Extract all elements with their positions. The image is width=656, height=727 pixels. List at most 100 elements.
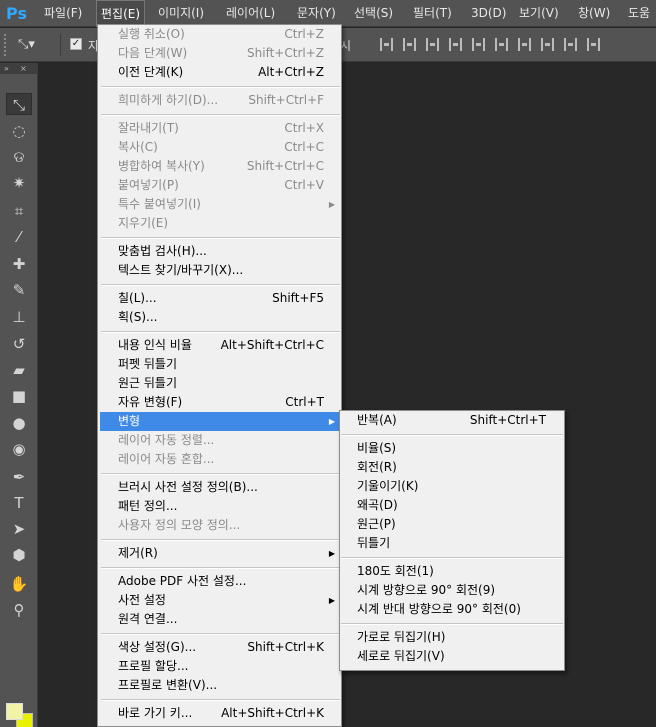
edit_menu-item[interactable]: 퍼펫 뒤틀기 <box>100 355 341 374</box>
edit_menu-item[interactable]: 이전 단계(K) Alt+Ctrl+Z <box>100 63 341 82</box>
shape-tool-icon[interactable]: ⬢ <box>6 544 32 566</box>
edit_menu-item[interactable]: 복사(C) Ctrl+C <box>100 138 341 157</box>
edit_menu-item[interactable]: 색상 설정(G)... Shift+Ctrl+K <box>100 638 341 657</box>
transform_submenu-item[interactable]: 반복(A) Shift+Ctrl+T <box>340 411 564 430</box>
menu-8[interactable]: 보기(V) <box>515 0 563 27</box>
menu-item-label: 실행 취소(O) <box>118 27 185 41</box>
transform_submenu-item[interactable]: 원근(P) <box>340 515 564 534</box>
distribute-bottom-icon[interactable] <box>564 38 577 51</box>
edit_menu-item[interactable]: 프로필로 변환(V)... <box>100 676 341 695</box>
menu-item-label: 칠(L)... <box>118 291 157 305</box>
crop-tool-icon[interactable]: ⌗ <box>6 200 32 222</box>
edit_menu-item[interactable]: 붙여넣기(P) Ctrl+V <box>100 176 341 195</box>
menu-item-shortcut: Shift+Ctrl+Z <box>247 46 324 60</box>
zoom-tool-icon[interactable]: ⚲ <box>6 599 32 621</box>
edit_menu-item[interactable]: 잘라내기(T) Ctrl+X <box>100 119 341 138</box>
menu-item-label: Adobe PDF 사전 설정... <box>118 574 247 588</box>
transform_submenu-item[interactable]: 뒤틀기 <box>340 534 564 553</box>
align-right-icon[interactable] <box>495 38 508 51</box>
align-hcenter-icon[interactable] <box>472 38 485 51</box>
edit_menu-item[interactable]: 제거(R) ▶ <box>100 544 341 563</box>
menu-item-label: 변형 <box>118 414 141 428</box>
distribute-vcenter-icon[interactable] <box>541 38 554 51</box>
gradient-tool-icon[interactable]: ■ <box>6 385 32 407</box>
healing-brush-tool-icon[interactable]: ✚ <box>6 253 32 275</box>
menu-item-label: 시계 반대 방향으로 90° 회전(0) <box>357 602 521 616</box>
transform_submenu-item[interactable]: 기울이기(K) <box>340 477 564 496</box>
type-tool-icon[interactable]: T <box>6 492 32 514</box>
edit_menu-item[interactable]: 바로 가기 키... Alt+Shift+Ctrl+K <box>100 704 341 723</box>
edit_menu-item[interactable]: 희미하게 하기(D)... Shift+Ctrl+F <box>100 91 341 110</box>
toolbox-header[interactable]: » × <box>0 63 37 74</box>
magic-wand-tool-icon[interactable]: ✷ <box>6 172 32 194</box>
menu-7[interactable]: 3D(D) <box>467 0 510 27</box>
menu-0[interactable]: 파일(F) <box>40 0 86 27</box>
hand-tool-icon[interactable]: ✋ <box>6 573 32 595</box>
lasso-tool-icon[interactable]: ଡ <box>6 146 32 168</box>
menu-item-label: 바로 가기 키... <box>118 706 193 720</box>
transform_submenu-item[interactable]: 비율(S) <box>340 439 564 458</box>
move-tool-icon[interactable]: ⤡ <box>6 93 32 115</box>
dodge-tool-icon[interactable]: ◉ <box>6 438 32 460</box>
edit_menu-item[interactable]: 맞춤법 검사(H)... <box>100 242 341 261</box>
edit_menu-item[interactable]: 레이어 자동 정렬... <box>100 431 341 450</box>
menu-6[interactable]: 필터(T) <box>409 0 456 27</box>
transform_submenu-item[interactable]: 시계 반대 방향으로 90° 회전(0) <box>340 600 564 619</box>
edit_menu-item[interactable]: 원근 뒤틀기 <box>100 374 341 393</box>
edit_menu-item[interactable]: 원격 연결... <box>100 610 341 629</box>
distribute-left-icon[interactable] <box>587 38 600 51</box>
edit_menu-item[interactable]: 프로필 할당... <box>100 657 341 676</box>
align-top-icon[interactable] <box>380 38 393 51</box>
edit_menu-item[interactable]: Adobe PDF 사전 설정... <box>100 572 341 591</box>
clone-stamp-tool-icon[interactable]: ⊥ <box>6 306 32 328</box>
transform_submenu-item[interactable]: 180도 회전(1) <box>340 562 564 581</box>
options-bar-grip[interactable] <box>4 34 8 56</box>
transform_submenu-item[interactable]: 가로로 뒤집기(H) <box>340 628 564 647</box>
edit_menu-item[interactable]: 지우기(E) <box>100 214 341 233</box>
edit_menu-item[interactable]: 레이어 자동 혼합... <box>100 450 341 469</box>
edit_menu-item[interactable]: 획(S)... <box>100 308 341 327</box>
history-brush-tool-icon[interactable]: ↺ <box>6 333 32 355</box>
transform_submenu-item[interactable]: 시계 방향으로 90° 회전(9) <box>340 581 564 600</box>
align-bottom-icon[interactable] <box>426 38 439 51</box>
marquee-tool-icon[interactable]: ◌ <box>6 120 32 142</box>
blur-tool-icon[interactable]: ● <box>6 412 32 434</box>
edit_menu-item[interactable]: 다음 단계(W) Shift+Ctrl+Z <box>100 44 341 63</box>
align-left-icon[interactable] <box>449 38 462 51</box>
edit_menu-item[interactable]: 사용자 정의 모양 정의... <box>100 516 341 535</box>
pen-tool-icon[interactable]: ✒ <box>6 466 32 488</box>
menu-3[interactable]: 레이어(L) <box>222 0 279 27</box>
menu-2[interactable]: 이미지(I) <box>154 0 208 27</box>
brush-tool-icon[interactable]: ✎ <box>6 279 32 301</box>
transform_submenu-item[interactable]: 회전(R) <box>340 458 564 477</box>
edit_menu-item[interactable]: 특수 붙여넣기(I) ▶ <box>100 195 341 214</box>
distribute-top-icon[interactable] <box>518 38 531 51</box>
edit_menu-item[interactable]: 사전 설정 ▶ <box>100 591 341 610</box>
edit_menu-item[interactable]: 실행 취소(O) Ctrl+Z <box>100 25 341 44</box>
menu-10[interactable]: 도움 <box>624 0 654 27</box>
edit_menu-item[interactable]: 패턴 정의... <box>100 497 341 516</box>
edit_menu-item[interactable]: 병합하여 복사(Y) Shift+Ctrl+C <box>100 157 341 176</box>
transform_submenu-item[interactable]: 세로로 뒤집기(V) <box>340 647 564 666</box>
edit_menu-item[interactable]: 브러시 사전 설정 정의(B)... <box>100 478 341 497</box>
menu-4[interactable]: 문자(Y) <box>293 0 340 27</box>
eyedropper-tool-icon[interactable]: ⁄ <box>6 226 32 248</box>
edit_menu-item[interactable]: 자유 변형(F) Ctrl+T <box>100 393 341 412</box>
menu-9[interactable]: 창(W) <box>574 0 614 27</box>
edit_menu-item[interactable]: 칠(L)... Shift+F5 <box>100 289 341 308</box>
align-vcenter-icon[interactable] <box>403 38 416 51</box>
auto-select-checkbox[interactable]: ✓ <box>70 38 82 50</box>
menu-5[interactable]: 선택(S) <box>350 0 397 27</box>
edit_menu-item[interactable]: 내용 인식 비율 Alt+Shift+Ctrl+C <box>100 336 341 355</box>
menu-item-shortcut: Shift+Ctrl+K <box>247 640 324 654</box>
foreground-color-swatch[interactable] <box>6 703 23 720</box>
eraser-tool-icon[interactable]: ▰ <box>6 359 32 381</box>
move-tool-icon[interactable]: ⤡▾ <box>18 37 35 52</box>
menu-item-label: 획(S)... <box>118 310 158 324</box>
menu-1[interactable]: 편집(E) <box>96 0 146 27</box>
path-selection-tool-icon[interactable]: ➤ <box>6 518 32 540</box>
toolbox: » × ⤡ ◌ ଡ ✷ ⌗ ⁄ ✚ ✎ ⊥ ↺ ▰ ■ ● ◉ ✒ T ➤ ⬢ ✋ ⚲ <box>0 63 38 727</box>
edit_menu-item[interactable]: 변형 ▶ <box>100 412 341 431</box>
edit_menu-item[interactable]: 텍스트 찾기/바꾸기(X)... <box>100 261 341 280</box>
transform_submenu-item[interactable]: 왜곡(D) <box>340 496 564 515</box>
